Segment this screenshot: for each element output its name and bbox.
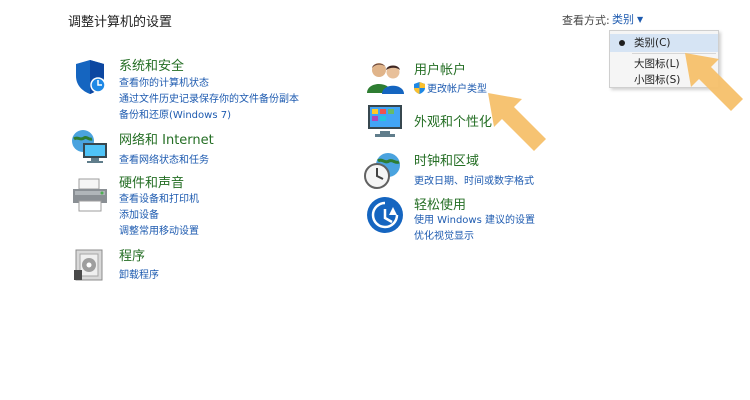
network-icon[interactable] bbox=[70, 127, 108, 165]
selected-bullet-icon bbox=[619, 40, 625, 46]
shield-icon[interactable] bbox=[71, 58, 109, 96]
uac-shield-icon bbox=[414, 82, 425, 94]
clock-globe-icon[interactable] bbox=[364, 151, 402, 189]
link-file-history[interactable]: 通过文件历史记录保存你的文件备份副本 bbox=[119, 90, 299, 105]
link-recommended-settings[interactable]: 使用 Windows 建议的设置 bbox=[414, 211, 535, 226]
view-by-label: 查看方式: bbox=[562, 14, 610, 27]
link-network-status[interactable]: 查看网络状态和任务 bbox=[119, 151, 209, 166]
annotation-arrow-icon bbox=[682, 50, 746, 116]
page-title: 调整计算机的设置 bbox=[68, 15, 173, 30]
annotation-arrow-icon bbox=[485, 90, 549, 156]
category-system-security[interactable]: 系统和安全 bbox=[119, 55, 184, 74]
link-date-time-format[interactable]: 更改日期、时间或数字格式 bbox=[414, 172, 534, 187]
category-programs[interactable]: 程序 bbox=[119, 245, 145, 264]
category-clock-region[interactable]: 时钟和区域 bbox=[414, 150, 479, 169]
category-user-accounts[interactable]: 用户帐户 bbox=[414, 59, 466, 78]
users-icon[interactable] bbox=[366, 59, 404, 97]
menu-item-label: 类别(C) bbox=[634, 37, 671, 49]
ease-of-access-icon[interactable] bbox=[366, 196, 404, 234]
menu-item-label: 小图标(S) bbox=[634, 74, 681, 86]
link-label: 更改帐户类型 bbox=[427, 84, 487, 95]
category-hardware-sound[interactable]: 硬件和声音 bbox=[119, 172, 184, 191]
link-add-device[interactable]: 添加设备 bbox=[119, 206, 159, 221]
link-backup-restore[interactable]: 备份和还原(Windows 7) bbox=[119, 106, 231, 121]
category-appearance[interactable]: 外观和个性化 bbox=[414, 111, 492, 130]
category-network-internet[interactable]: 网络和 Internet bbox=[119, 129, 214, 148]
chevron-down-icon: ▼ bbox=[637, 15, 644, 24]
link-uninstall-program[interactable]: 卸载程序 bbox=[119, 266, 159, 281]
link-mobility-settings[interactable]: 调整常用移动设置 bbox=[119, 222, 199, 237]
link-change-account-type[interactable]: 更改帐户类型 bbox=[414, 80, 487, 95]
printer-icon[interactable] bbox=[70, 175, 108, 213]
appearance-icon[interactable] bbox=[366, 101, 404, 139]
view-by-value: 类别 bbox=[612, 13, 634, 26]
programs-icon[interactable] bbox=[72, 246, 110, 284]
link-devices-printers[interactable]: 查看设备和打印机 bbox=[119, 190, 199, 205]
menu-item-label: 大图标(L) bbox=[634, 58, 680, 70]
link-view-computer-status[interactable]: 查看你的计算机状态 bbox=[119, 74, 209, 89]
link-optimize-visual[interactable]: 优化视觉显示 bbox=[414, 227, 474, 242]
view-by-dropdown[interactable]: 类别 ▼ bbox=[612, 11, 643, 27]
